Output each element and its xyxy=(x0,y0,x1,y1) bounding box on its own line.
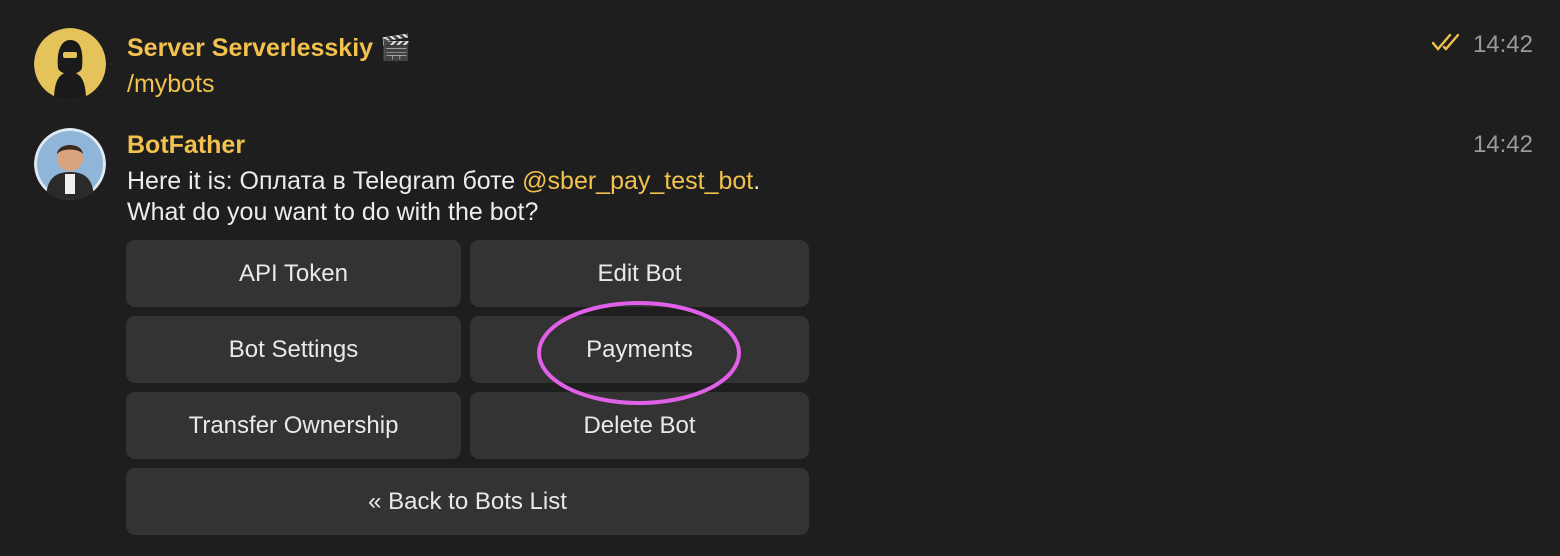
double-check-icon xyxy=(1432,33,1460,51)
message-text: Here it is: Оплата в Telegram боте @sber… xyxy=(127,166,760,197)
message-text-prefix: Here it is: Оплата в Telegram боте xyxy=(127,167,523,195)
api-token-button[interactable]: API Token xyxy=(126,240,461,307)
delete-bot-button[interactable]: Delete Bot xyxy=(470,392,809,459)
sender-name[interactable]: BotFather xyxy=(127,131,245,160)
message-time: 14:42 xyxy=(1472,131,1533,158)
edit-bot-button[interactable]: Edit Bot xyxy=(470,240,809,307)
message-time: 14:42 xyxy=(1472,31,1533,58)
transfer-ownership-button[interactable]: Transfer Ownership xyxy=(126,392,461,459)
bot-mention-link[interactable]: @sber_pay_test_bot xyxy=(522,167,753,195)
clapper-emoji: 🎬 xyxy=(380,34,412,62)
avatar[interactable] xyxy=(34,128,106,200)
message-text-suffix: . xyxy=(753,167,761,195)
payments-button[interactable]: Payments xyxy=(470,316,809,383)
sender-name-text: Server Serverlesskiy xyxy=(127,34,374,62)
avatar[interactable] xyxy=(34,28,106,100)
sender-name[interactable]: Server Serverlesskiy 🎬 xyxy=(127,34,411,63)
bot-settings-button[interactable]: Bot Settings xyxy=(126,316,461,383)
back-to-bots-list-button[interactable]: « Back to Bots List xyxy=(126,468,809,535)
message-text: /mybots xyxy=(127,70,215,98)
chat-history: Server Serverlesskiy 🎬 /mybots 14:42 Bot… xyxy=(0,0,1560,556)
message-text-line2: What do you want to do with the bot? xyxy=(127,198,539,226)
